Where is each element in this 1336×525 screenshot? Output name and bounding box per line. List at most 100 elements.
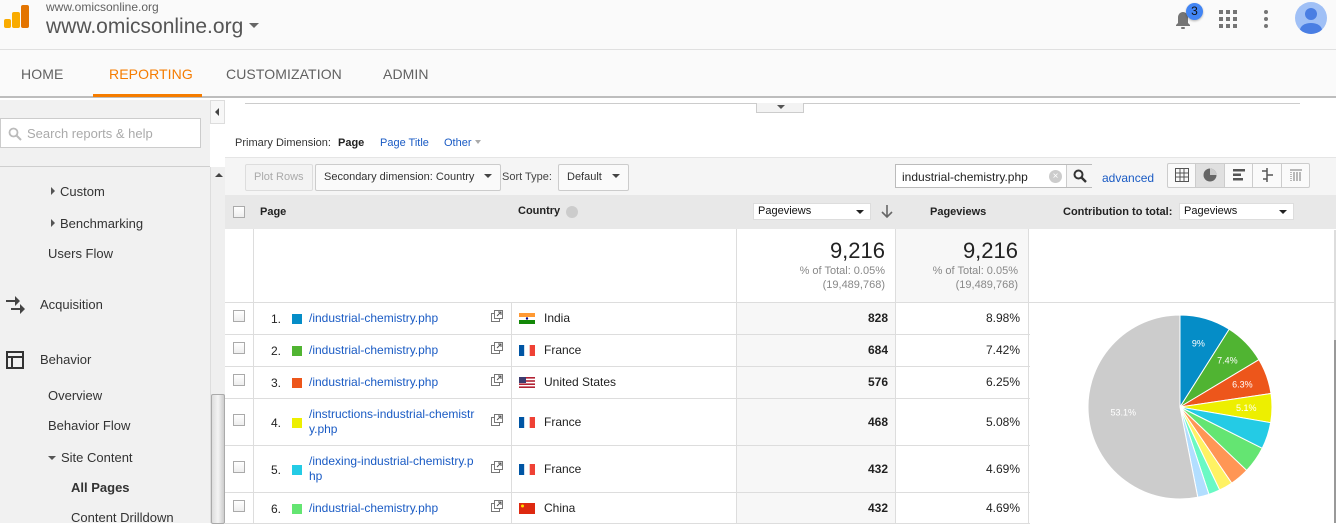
- primary-dimension-other[interactable]: Other: [444, 137, 481, 149]
- row-checkbox[interactable]: [233, 310, 245, 322]
- table-row: 1. /industrial-chemistry.php India 828 8.98%: [225, 303, 1030, 335]
- tab-admin[interactable]: ADMIN: [383, 66, 429, 82]
- scroll-up-icon[interactable]: [215, 173, 223, 177]
- remove-secondary-dimension-icon[interactable]: [566, 206, 578, 218]
- series-color-swatch: [292, 346, 302, 356]
- open-external-icon[interactable]: [491, 310, 503, 322]
- pie-slice-label: 5.1%: [1236, 403, 1257, 413]
- column-header-country[interactable]: Country: [518, 205, 560, 217]
- sidebar-item-benchmarking[interactable]: Benchmarking: [51, 216, 143, 231]
- table-view-button[interactable]: [1168, 164, 1197, 187]
- filter-value: industrial-chemistry.php: [902, 170, 1028, 184]
- page-link[interactable]: /industrial-chemistry.php: [309, 343, 489, 358]
- scrollbar-thumb[interactable]: [211, 394, 225, 524]
- country-cell[interactable]: China: [544, 501, 575, 515]
- sidebar-scrollbar[interactable]: [210, 167, 225, 524]
- sidebar-collapse-button[interactable]: [210, 100, 225, 124]
- select-all-checkbox[interactable]: [233, 206, 245, 218]
- country-cell[interactable]: France: [544, 343, 581, 357]
- sidebar-item-overview[interactable]: Overview: [48, 388, 102, 403]
- search-icon: [1073, 169, 1087, 183]
- pageviews-cell: 468: [867, 414, 888, 429]
- notification-badge[interactable]: 3: [1186, 3, 1203, 20]
- divider: [511, 303, 512, 523]
- country-cell[interactable]: India: [544, 311, 570, 325]
- sidebar-item-behavior[interactable]: Behavior: [40, 352, 91, 367]
- row-checkbox[interactable]: [233, 460, 245, 473]
- expand-chart-button[interactable]: [756, 103, 804, 113]
- sort-descending-icon[interactable]: [881, 205, 893, 219]
- chevron-down-icon: [611, 174, 620, 178]
- page-link[interactable]: /industrial-chemistry.php: [309, 375, 489, 390]
- table-row: 5. /indexing-industrial-chemistry.p hp Fra…: [225, 446, 1030, 493]
- sidebar-search-input[interactable]: Search reports & help: [0, 118, 201, 148]
- sidebar-item-behavior-flow[interactable]: Behavior Flow: [48, 418, 130, 433]
- performance-view-button[interactable]: [1225, 164, 1254, 187]
- flag-china-icon: [519, 502, 535, 514]
- table-header: Page Country Pageviews Pageviews Contrib…: [225, 195, 1336, 229]
- sidebar-item-acquisition[interactable]: Acquisition: [40, 297, 103, 312]
- open-external-icon[interactable]: [491, 374, 503, 386]
- search-icon: [8, 127, 22, 141]
- open-external-icon[interactable]: [491, 460, 503, 473]
- pageviews-cell: 828: [867, 311, 888, 325]
- main-nav: HOME REPORTING CUSTOMIZATION ADMIN: [0, 50, 1336, 98]
- page-link[interactable]: /industrial-chemistry.php: [309, 311, 489, 326]
- total-pageviews-sorted: 9,216 % of Total: 0.05% (19,489,768): [799, 238, 885, 291]
- page-link[interactable]: /indexing-industrial-chemistry.p hp: [309, 454, 489, 484]
- clear-icon[interactable]: ×: [1049, 170, 1062, 183]
- country-cell[interactable]: France: [544, 462, 581, 476]
- row-checkbox[interactable]: [233, 374, 245, 386]
- country-cell[interactable]: United States: [544, 375, 616, 389]
- sidebar-item-users-flow[interactable]: Users Flow: [48, 246, 113, 261]
- advanced-filter-link[interactable]: advanced: [1102, 171, 1154, 185]
- tab-home[interactable]: HOME: [21, 66, 63, 82]
- bar-chart-icon: [1232, 169, 1245, 181]
- secondary-dimension-select[interactable]: Secondary dimension: Country: [315, 164, 502, 191]
- sidebar: Search reports & help Custom Benchmarkin…: [0, 100, 210, 525]
- percent-cell: 4.69%: [985, 461, 1020, 476]
- percent-cell: 5.08%: [985, 414, 1020, 429]
- more-vert-icon[interactable]: [1259, 9, 1273, 29]
- account-label: www.omicsonline.org: [46, 0, 159, 14]
- pie-view-button[interactable]: [1196, 164, 1225, 187]
- filter-search-button[interactable]: [1066, 165, 1092, 187]
- contribution-select[interactable]: Pageviews: [1179, 203, 1294, 220]
- table-row: 4. /instructions-industrial-chemistr y.ph…: [225, 399, 1030, 446]
- open-external-icon[interactable]: [491, 413, 503, 426]
- sort-type-select[interactable]: Default: [558, 164, 629, 191]
- divider: [895, 229, 896, 523]
- plot-rows-button[interactable]: Plot Rows: [245, 164, 313, 191]
- open-external-icon[interactable]: [491, 342, 503, 354]
- sidebar-item-site-content[interactable]: Site Content: [48, 450, 133, 465]
- metric-select[interactable]: Pageviews: [753, 203, 871, 220]
- tab-customization[interactable]: CUSTOMIZATION: [226, 66, 342, 82]
- sidebar-item-custom[interactable]: Custom: [51, 184, 105, 199]
- page-link[interactable]: /industrial-chemistry.php: [309, 501, 489, 516]
- open-external-icon[interactable]: [491, 499, 503, 512]
- pivot-view-button[interactable]: [1282, 164, 1309, 187]
- row-checkbox[interactable]: [233, 342, 245, 354]
- column-header-pageviews[interactable]: Pageviews: [930, 206, 986, 218]
- table-filter-input[interactable]: industrial-chemistry.php ×: [895, 164, 1092, 188]
- row-checkbox[interactable]: [233, 499, 245, 512]
- comparison-view-button[interactable]: [1253, 164, 1282, 187]
- apps-icon[interactable]: [1219, 10, 1237, 28]
- divider: [0, 166, 210, 167]
- contribution-pie-chart: 9% 7.4% 6.3% 5.1% 53.1%: [1087, 314, 1273, 500]
- primary-dimension-page[interactable]: Page: [338, 137, 364, 149]
- property-dropdown-icon[interactable]: [249, 23, 259, 28]
- page-link[interactable]: /instructions-industrial-chemistr y.php: [309, 407, 489, 437]
- column-header-page[interactable]: Page: [260, 206, 286, 218]
- property-selector[interactable]: www.omicsonline.org: [46, 15, 243, 39]
- percent-cell: 7.42%: [985, 343, 1020, 357]
- row-checkbox[interactable]: [233, 413, 245, 426]
- avatar[interactable]: [1295, 2, 1327, 34]
- row-number: 1.: [270, 312, 281, 326]
- table-row: 2. /industrial-chemistry.php France 684 7.42…: [225, 335, 1030, 367]
- country-cell[interactable]: France: [544, 415, 581, 429]
- tab-reporting[interactable]: REPORTING: [109, 66, 193, 82]
- sidebar-item-all-pages[interactable]: All Pages: [71, 480, 130, 495]
- percent-cell: 6.25%: [985, 375, 1020, 389]
- primary-dimension-page-title[interactable]: Page Title: [380, 137, 429, 149]
